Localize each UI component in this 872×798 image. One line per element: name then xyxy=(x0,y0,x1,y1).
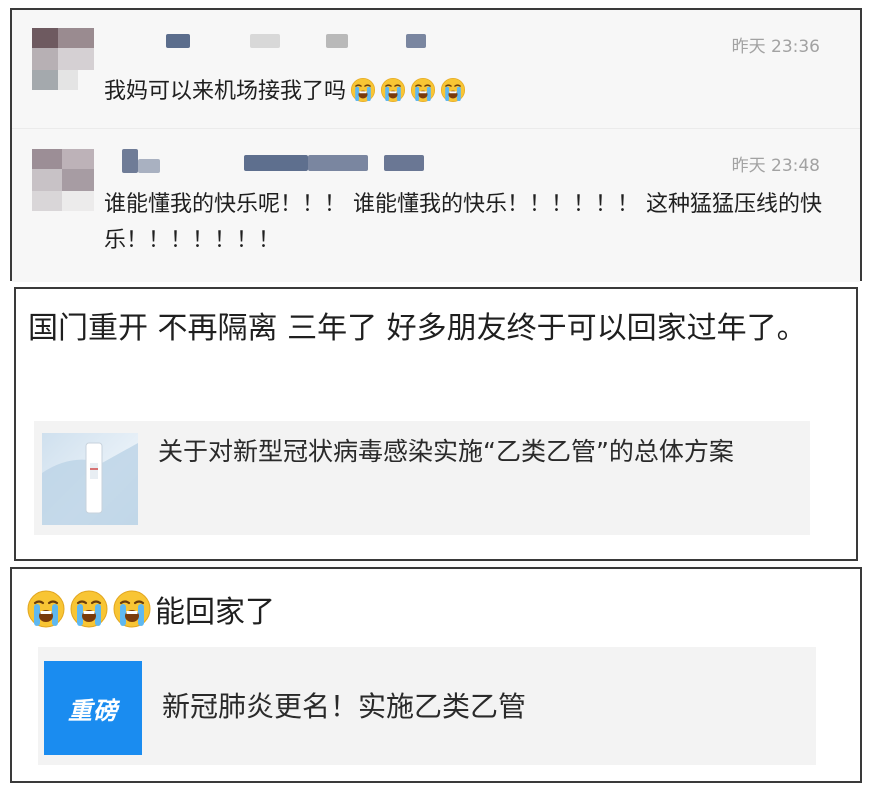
article-thumbnail: 重磅 xyxy=(44,661,142,755)
post-panel: 国门重开 不再隔离 三年了 好多朋友终于可以回家过年了。 关于对新型冠状病毒感染… xyxy=(14,287,858,561)
loudly-crying-face-icon xyxy=(440,77,466,103)
comment-time: 昨天 23:36 xyxy=(731,37,820,57)
thumbnail-label: 重磅 xyxy=(68,696,118,725)
shared-article-card[interactable]: 关于对新型冠状病毒感染实施“乙类乙管”的总体方案 xyxy=(34,421,810,535)
comment-time: 昨天 23:48 xyxy=(731,156,820,176)
post-text: 能回家了 xyxy=(155,595,275,630)
post-text: 国门重开 不再隔离 三年了 好多朋友终于可以回家过年了。 xyxy=(28,311,807,346)
comment-text: 谁能懂我的快乐呢！！！ 谁能懂我的快乐！！！！！！ 这种猛猛压线的快乐！！！！！… xyxy=(104,192,822,253)
comment-item: 昨天 23:48 谁能懂我的快乐呢！！！ 谁能懂我的快乐！！！！！！ 这种猛猛压… xyxy=(12,128,860,282)
loudly-crying-face-icon xyxy=(26,589,66,629)
test-kit-image xyxy=(42,442,138,525)
comment-item: 昨天 23:36 我妈可以来机场接我了吗 xyxy=(12,10,860,128)
post-panel: 能回家了 重磅 新冠肺炎更名！实施乙类乙管 xyxy=(10,567,862,783)
avatar[interactable] xyxy=(32,149,94,211)
comment-text-body: 我妈可以来机场接我了吗 xyxy=(104,79,347,104)
article-title: 新冠肺炎更名！实施乙类乙管 xyxy=(162,690,527,723)
article-thumbnail xyxy=(42,433,138,525)
loudly-crying-face-icon xyxy=(380,77,406,103)
post-text-line: 能回家了 xyxy=(26,585,275,633)
comments-panel: 昨天 23:36 我妈可以来机场接我了吗 昨天 23:48 谁能懂我的快乐呢！！… xyxy=(10,8,862,282)
loudly-crying-face-icon xyxy=(112,589,152,629)
article-title: 关于对新型冠状病毒感染实施“乙类乙管”的总体方案 xyxy=(158,437,734,466)
shared-article-card[interactable]: 重磅 新冠肺炎更名！实施乙类乙管 xyxy=(38,647,816,765)
comment-text: 我妈可以来机场接我了吗 xyxy=(104,74,838,110)
loudly-crying-face-icon xyxy=(410,77,436,103)
avatar[interactable] xyxy=(32,28,94,90)
loudly-crying-face-icon xyxy=(350,77,376,103)
loudly-crying-face-icon xyxy=(69,589,109,629)
